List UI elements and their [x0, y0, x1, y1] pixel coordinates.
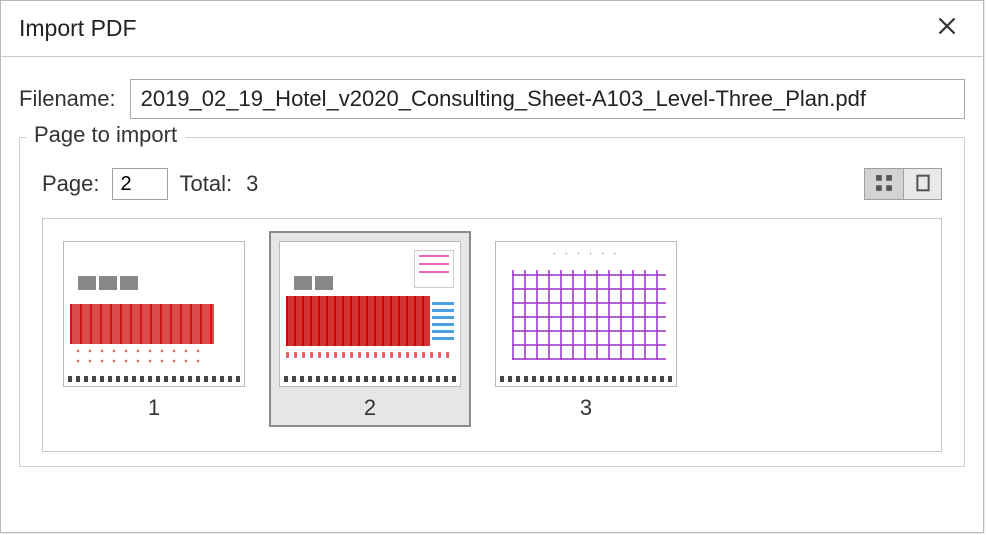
filename-label: Filename:	[19, 86, 116, 112]
view-grid-button[interactable]	[865, 169, 903, 199]
page-thumbnail[interactable]: 1	[53, 231, 255, 427]
thumbnail-number: 1	[148, 395, 160, 421]
page-toolbar: Page: Total: 3	[42, 168, 942, 200]
page-thumbnail[interactable]: · · · · · · 3	[485, 231, 687, 427]
thumbnail-preview: · · · · · ·	[495, 241, 677, 387]
filename-row: Filename:	[19, 79, 965, 119]
close-button[interactable]	[921, 9, 973, 49]
total-label: Total:	[180, 171, 233, 197]
import-pdf-dialog: Import PDF Filename: Page to import Page…	[0, 0, 984, 533]
dialog-title: Import PDF	[19, 15, 137, 42]
thumbnail-preview	[63, 241, 245, 387]
titlebar: Import PDF	[1, 1, 983, 57]
view-single-button[interactable]	[903, 169, 941, 199]
page-label: Page:	[42, 171, 100, 197]
page-controls: Page: Total: 3	[42, 168, 258, 200]
grid-icon	[875, 174, 893, 195]
view-toggle	[864, 168, 942, 200]
page-thumbnail[interactable]: 2	[269, 231, 471, 427]
thumbnail-number: 2	[364, 395, 376, 421]
thumbnail-list: 1 2	[42, 218, 942, 452]
close-icon	[937, 15, 957, 42]
thumbnail-preview	[279, 241, 461, 387]
thumbnail-number: 3	[580, 395, 592, 421]
filename-input[interactable]	[130, 79, 965, 119]
group-legend: Page to import	[26, 122, 185, 148]
page-to-import-group: Page to import Page: Total: 3	[19, 137, 965, 467]
dialog-body: Filename: Page to import Page: Total: 3	[1, 57, 983, 532]
single-page-icon	[914, 174, 932, 195]
total-value: 3	[246, 171, 258, 197]
page-number-input[interactable]	[112, 168, 168, 200]
